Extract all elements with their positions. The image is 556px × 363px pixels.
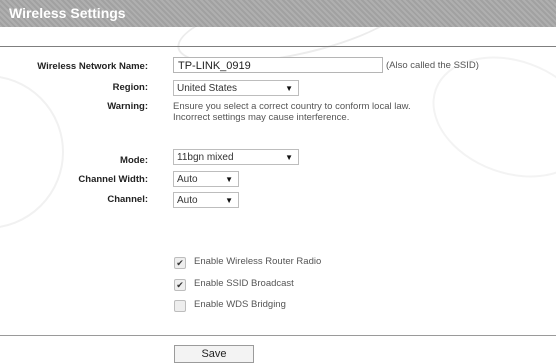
- warning-text: Ensure you select a correct country to c…: [173, 101, 533, 123]
- channel-width-label: Channel Width:: [78, 174, 148, 185]
- warning-line-2: Incorrect settings may cause interferenc…: [173, 112, 350, 123]
- region-value: United States: [177, 83, 238, 94]
- network-name-label: Wireless Network Name:: [37, 61, 148, 72]
- ssid-broadcast-label: Enable SSID Broadcast: [194, 278, 294, 289]
- enable-radio-label: Enable Wireless Router Radio: [194, 256, 322, 267]
- channel-value: Auto: [177, 195, 198, 206]
- mode-select[interactable]: 11bgn mixed ▼: [173, 149, 299, 165]
- page-header: Wireless Settings: [0, 0, 556, 27]
- network-name-input[interactable]: TP-LINK_0919: [173, 57, 383, 73]
- ssid-broadcast-checkbox[interactable]: ✔: [174, 279, 186, 291]
- channel-label: Channel:: [107, 194, 148, 205]
- page-title: Wireless Settings: [9, 5, 126, 21]
- wds-bridging-checkbox[interactable]: [174, 300, 186, 312]
- enable-radio-checkbox[interactable]: ✔: [174, 257, 186, 269]
- dropdown-arrow-icon: ▼: [285, 84, 293, 93]
- dropdown-arrow-icon: ▼: [285, 153, 293, 162]
- dropdown-arrow-icon: ▼: [225, 175, 233, 184]
- channel-select[interactable]: Auto ▼: [173, 192, 239, 208]
- bottom-divider: [0, 335, 556, 336]
- channel-width-select[interactable]: Auto ▼: [173, 171, 239, 187]
- region-label: Region:: [112, 82, 148, 93]
- dropdown-arrow-icon: ▼: [225, 196, 233, 205]
- mode-value: 11bgn mixed: [177, 152, 234, 163]
- top-divider: [0, 46, 556, 47]
- check-icon: ✔: [176, 258, 184, 268]
- channel-width-value: Auto: [177, 174, 198, 185]
- ssid-hint: (Also called the SSID): [386, 60, 479, 71]
- warning-label: Warning:: [107, 101, 148, 112]
- save-button[interactable]: Save: [174, 345, 254, 363]
- warning-line-1: Ensure you select a correct country to c…: [173, 101, 411, 112]
- mode-label: Mode:: [120, 155, 148, 166]
- wds-bridging-label: Enable WDS Bridging: [194, 299, 286, 310]
- check-icon: ✔: [176, 280, 184, 290]
- region-select[interactable]: United States ▼: [173, 80, 299, 96]
